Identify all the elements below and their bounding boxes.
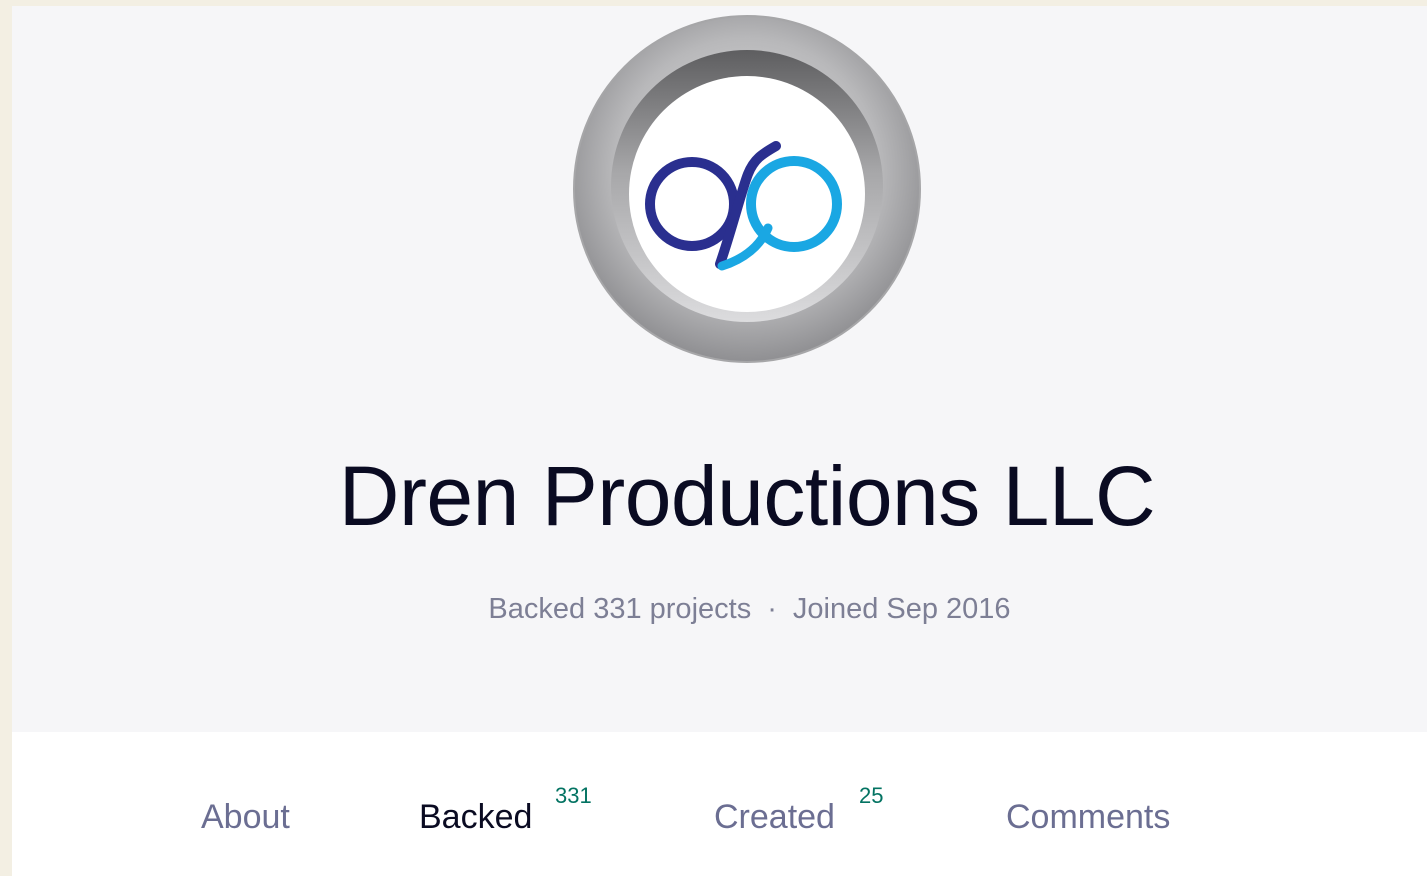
tab-backed-count: 331: [555, 783, 592, 808]
profile-page: Dren Productions LLC Backed 331 projects…: [12, 6, 1427, 876]
tab-created-label: Created: [714, 798, 835, 836]
tab-about-label: About: [201, 798, 290, 836]
meta-separator: ·: [767, 593, 777, 625]
profile-tabs: About Backed 331 Created 25 Comments: [12, 732, 1427, 876]
avatar[interactable]: [572, 14, 922, 364]
profile-name: Dren Productions LLC: [338, 449, 1156, 543]
tab-about[interactable]: About: [201, 796, 290, 838]
tab-created[interactable]: Created 25: [714, 784, 883, 838]
tab-comments[interactable]: Comments: [1006, 796, 1170, 838]
backed-count-text: Backed 331 projects: [488, 593, 752, 625]
tab-comments-label: Comments: [1006, 798, 1171, 836]
joined-date-text: Joined Sep 2016: [792, 593, 1011, 625]
profile-meta: Backed 331 projects · Joined Sep 2016: [12, 591, 1427, 627]
tab-created-count: 25: [859, 783, 884, 808]
profile-header: Dren Productions LLC Backed 331 projects…: [12, 6, 1427, 732]
tab-backed-label: Backed: [419, 798, 533, 836]
tab-backed[interactable]: Backed 331: [419, 784, 592, 838]
